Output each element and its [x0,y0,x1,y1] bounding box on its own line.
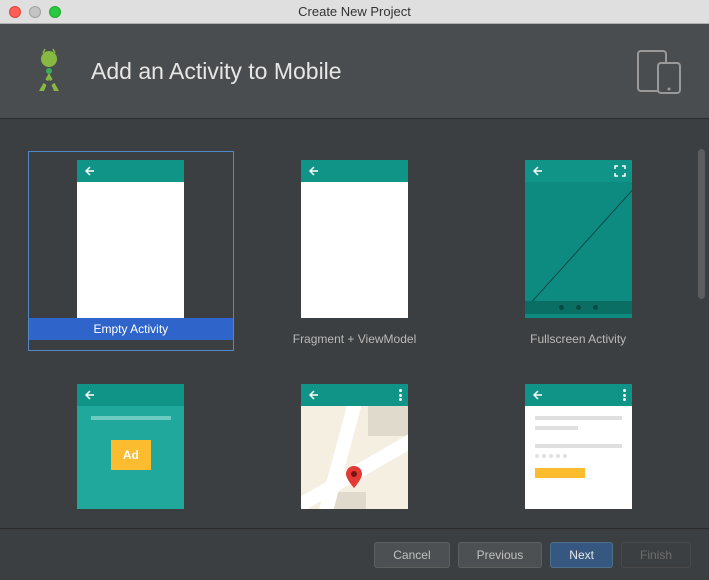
cancel-button[interactable]: Cancel [374,542,449,568]
wizard-footer: Cancel Previous Next Finish [0,528,709,580]
preview-appbar [525,160,632,182]
preview-body [525,406,632,509]
activity-label: Empty Activity [29,318,233,340]
activity-label: Fragment + ViewModel [253,328,457,350]
activity-card-master-detail[interactable] [475,375,681,509]
activity-card-fullscreen[interactable]: Fullscreen Activity [475,151,681,351]
window-title: Create New Project [0,4,709,19]
minimize-window-button[interactable] [29,6,41,18]
preview-appbar [525,384,632,406]
preview-body [301,406,408,509]
activity-gallery: Empty Activity Fragment + ViewModel [0,119,709,509]
activity-grid: Empty Activity Fragment + ViewModel [28,151,681,509]
window-controls [0,6,61,18]
preview-appbar [77,384,184,406]
devices-icon [634,47,684,95]
activity-card-fragment-viewmodel[interactable]: Fragment + ViewModel [252,151,458,351]
map-pin-icon [346,466,362,488]
menu-dots-icon [399,389,402,401]
preview-body: Ad [77,406,184,509]
finish-button: Finish [621,542,691,568]
back-arrow-icon [531,389,543,401]
back-arrow-icon [307,389,319,401]
wizard-title: Add an Activity to Mobile [91,58,634,85]
titlebar: Create New Project [0,0,709,24]
back-arrow-icon [307,165,319,177]
preview-appbar [77,160,184,182]
preview-appbar [301,160,408,182]
close-window-button[interactable] [9,6,21,18]
preview-body [525,182,632,318]
wizard-header: Add an Activity to Mobile [0,24,709,119]
android-studio-logo-icon [25,47,73,95]
maximize-window-button[interactable] [49,6,61,18]
previous-button[interactable]: Previous [458,542,543,568]
back-arrow-icon [531,165,543,177]
activity-preview: Ad [77,384,184,509]
activity-preview [77,160,184,318]
back-arrow-icon [83,389,95,401]
activity-label: Fullscreen Activity [476,328,680,350]
preview-appbar [301,384,408,406]
activity-preview [525,384,632,509]
activity-card-admob[interactable]: Ad [28,375,234,509]
scrollbar-thumb[interactable] [698,149,705,299]
activity-card-empty[interactable]: Empty Activity [28,151,234,351]
activity-card-maps[interactable] [252,375,458,509]
activity-preview [525,160,632,318]
next-button[interactable]: Next [550,542,613,568]
back-arrow-icon [83,165,95,177]
activity-preview [301,160,408,318]
scrollbar[interactable] [698,149,705,459]
fullscreen-icon [614,165,626,177]
menu-dots-icon [623,389,626,401]
ad-badge: Ad [111,440,151,470]
activity-preview [301,384,408,509]
